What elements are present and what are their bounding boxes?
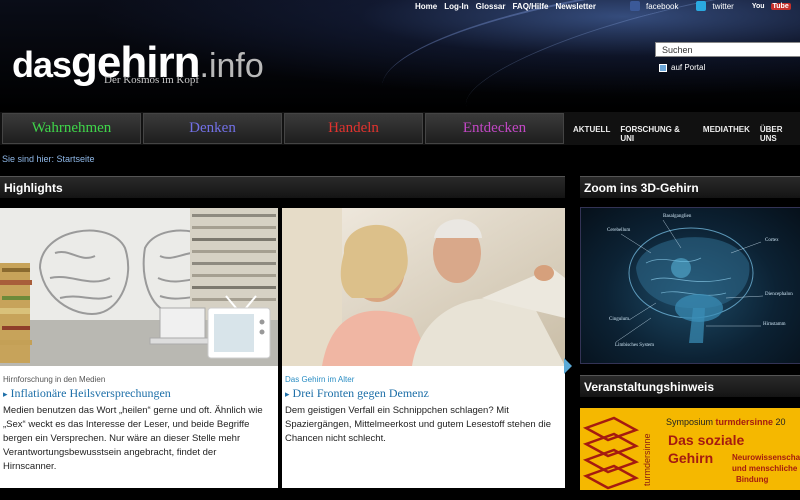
3d-brain-viewer[interactable]: Basalganglien Cortex Diencephalon Hirnst… [580, 207, 800, 364]
teaser-title-text: Inflationäre Heilsversprechungen [10, 386, 171, 400]
teaser-image-dementia[interactable] [282, 208, 565, 366]
top-links: Home Log-In Glossar FAQ/Hilfe Newsletter [415, 2, 596, 11]
event-line-1-bold: turmdersinne [715, 417, 774, 427]
top-link-glossar[interactable]: Glossar [476, 2, 506, 11]
teaser-title-link[interactable]: ▸ Inflationäre Heilsversprechungen [3, 386, 171, 401]
brain-label[interactable]: Hirnstamm [763, 322, 786, 327]
brain-label[interactable]: Cerebellum [607, 228, 630, 233]
logo-das: das [12, 44, 72, 85]
event-subtitle-1: Neurowissenscha [732, 453, 800, 462]
secondary-nav: AKTUELL FORSCHUNG & UNI MEDIATHEK ÜBER U… [573, 125, 800, 143]
nav-link-mediathek[interactable]: MEDIATHEK [703, 125, 750, 143]
nav-link-ueber-uns[interactable]: ÜBER UNS [760, 125, 800, 143]
teaser-title-link[interactable]: ▸ Drei Fronten gegen Demenz [285, 386, 429, 401]
arrow-right-icon: ▸ [285, 389, 290, 399]
nav-entdecken[interactable]: Entdecken [425, 113, 564, 144]
teaser-image-media[interactable] [0, 208, 278, 366]
teaser-description: Medien benutzen das Wort „heilen“ gerne … [3, 405, 263, 472]
nav-wahrnehmen-label: Wahrnehmen [31, 120, 112, 136]
social-links: facebook twitter You Tube R [630, 1, 800, 11]
event-heading: Veranstaltungshinweis [580, 375, 800, 397]
logo-info: .info [199, 47, 264, 85]
event-subtitle-3: Bindung [736, 475, 769, 484]
event-banner[interactable]: turmdersinne Symposium turmdersinne 20 D… [580, 408, 800, 490]
zoom-3d-heading: Zoom ins 3D-Gehirn [580, 176, 800, 198]
event-line-1-suffix: 20 [773, 417, 786, 427]
twitter-icon[interactable] [696, 1, 707, 11]
nav-denken-label: Denken [189, 120, 236, 136]
teaser-kicker: Hirnforschung in den Medien [3, 375, 106, 384]
nav-wahrnehmen[interactable]: Wahrnehmen [2, 113, 141, 144]
logo-tagline: Der Kosmos im Kopf [104, 74, 200, 86]
nav-handeln-label: Handeln [328, 120, 379, 136]
teaser-description: Dem geistigen Verfall ein Schnippchen sc… [285, 405, 551, 444]
social-twitter-label[interactable]: twitter [712, 2, 733, 11]
nav-denken[interactable]: Denken [143, 113, 282, 144]
top-link-faq[interactable]: FAQ/Hilfe [512, 2, 548, 11]
event-title-line-1: Das soziale [668, 432, 745, 448]
social-facebook-label[interactable]: facebook [646, 2, 678, 11]
youtube-icon-tube[interactable]: Tube [770, 2, 791, 10]
event-line-1-prefix: Symposium [666, 417, 716, 427]
radio-icon[interactable] [659, 63, 667, 72]
nav-entdecken-label: Entdecken [462, 120, 527, 136]
youtube-icon-you[interactable]: You [752, 3, 765, 10]
nav-link-aktuell[interactable]: AKTUELL [573, 125, 610, 143]
breadcrumb[interactable]: Sie sind hier: Startseite [2, 154, 95, 164]
brain-label[interactable]: Cortex [765, 238, 779, 243]
top-link-home[interactable]: Home [415, 2, 437, 11]
teaser-card-media[interactable]: Hirnforschung in den Medien ▸ Inflationär… [0, 366, 278, 488]
teaser-kicker: Das Gehirn im Alter [285, 375, 355, 384]
event-subtitle-2: und menschliche [732, 464, 798, 473]
search-scope-label: auf Portal [671, 63, 706, 72]
brain-label[interactable]: Limbisches System [615, 343, 654, 348]
event-title-line-2: Gehirn [668, 450, 714, 466]
search-input[interactable]: Suchen [655, 42, 800, 57]
arrow-right-icon: ▸ [3, 389, 8, 399]
dancing-couple-photo [282, 208, 565, 366]
brain-label[interactable]: Cingulum [609, 317, 629, 322]
media-illustration [0, 208, 278, 366]
next-slide-icon[interactable] [564, 358, 572, 374]
search-scope-option[interactable]: auf Portal [659, 63, 705, 72]
teaser-title-text: Drei Fronten gegen Demenz [292, 386, 429, 400]
tower-logo-icon [582, 416, 640, 490]
brain-label[interactable]: Diencephalon [765, 292, 793, 297]
nav-handeln[interactable]: Handeln [284, 113, 423, 144]
nav-link-forschung[interactable]: FORSCHUNG & UNI [620, 125, 693, 143]
highlights-heading: Highlights [0, 176, 565, 198]
top-link-login[interactable]: Log-In [444, 2, 468, 11]
event-logo-text: turmdersinne [642, 433, 652, 486]
top-link-newsletter[interactable]: Newsletter [555, 2, 595, 11]
facebook-icon[interactable] [630, 1, 640, 11]
event-line-1: Symposium turmdersinne 20 [666, 417, 786, 427]
teaser-card-dementia[interactable]: Das Gehirn im Alter ▸ Drei Fronten gegen … [282, 366, 565, 488]
brain-label[interactable]: Basalganglien [663, 214, 691, 219]
